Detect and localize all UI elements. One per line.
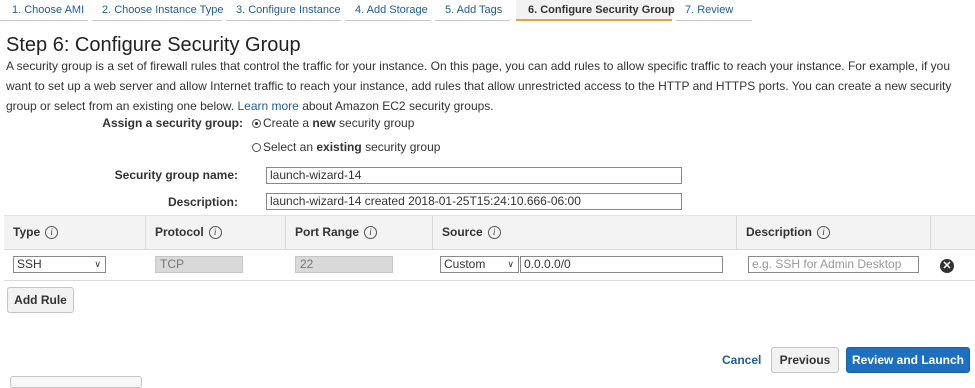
- previous-button[interactable]: Previous: [771, 347, 839, 373]
- protocol-field: TCP: [155, 256, 243, 273]
- rule-description-input[interactable]: e.g. SSH for Admin Desktop: [748, 256, 919, 273]
- tab-add-storage[interactable]: 4. Add Storage: [345, 0, 431, 21]
- chevron-down-icon: ∨: [507, 259, 514, 269]
- info-icon[interactable]: i: [817, 226, 831, 239]
- tab-label: 6. Configure Security Group: [528, 4, 675, 16]
- col-protocol: Protocol i: [155, 225, 222, 239]
- col-type: Type i: [13, 225, 59, 239]
- group-description-label: Description:: [167, 195, 238, 209]
- tab-label: 5. Add Tags: [445, 4, 503, 16]
- radio-selected-icon: [252, 119, 261, 128]
- page-title: Step 6: Configure Security Group: [6, 34, 301, 56]
- page-description: A security group is a set of firewall ru…: [6, 56, 966, 116]
- group-description-input[interactable]: launch-wizard-14 created 2018-01-25T15:2…: [266, 193, 682, 210]
- tab-choose-instance-type[interactable]: 2. Choose Instance Type: [92, 0, 224, 21]
- review-and-launch-button[interactable]: Review and Launch: [846, 347, 970, 373]
- col-description: Description i: [746, 225, 831, 239]
- tab-label: 2. Choose Instance Type: [102, 4, 224, 16]
- assign-group-label: Assign a security group:: [102, 116, 243, 130]
- col-source: Source i: [442, 225, 501, 239]
- info-icon[interactable]: i: [487, 226, 501, 239]
- info-icon[interactable]: i: [208, 226, 222, 239]
- info-icon[interactable]: i: [45, 226, 59, 239]
- delete-rule-icon[interactable]: ✕: [940, 259, 954, 273]
- source-select[interactable]: Custom ∨: [440, 256, 519, 273]
- cancel-link[interactable]: Cancel: [722, 353, 761, 367]
- add-rule-button[interactable]: Add Rule: [7, 287, 74, 313]
- tab-label: 7. Review: [685, 4, 734, 16]
- radio-unselected-icon: [252, 143, 261, 152]
- port-range-field: 22: [295, 256, 393, 273]
- tab-label: 4. Add Storage: [355, 4, 428, 16]
- wizard-tabs: 1. Choose AMI 2. Choose Instance Type 3.…: [0, 0, 975, 22]
- table-row: SSH ∨ TCP 22 Custom ∨ 0.0.0.0/0 e.g. SSH f…: [4, 248, 975, 281]
- learn-more-link[interactable]: Learn more: [237, 99, 298, 113]
- tab-choose-ami[interactable]: 1. Choose AMI: [0, 0, 88, 21]
- col-port-range: Port Range i: [295, 225, 378, 239]
- scroll-container-edge: [10, 376, 142, 388]
- tab-label: 1. Choose AMI: [12, 4, 85, 16]
- tab-label: 3. Configure Instance: [236, 4, 341, 16]
- info-icon[interactable]: i: [364, 226, 378, 239]
- source-cidr-input[interactable]: 0.0.0.0/0: [520, 256, 723, 273]
- description-text-after: about Amazon EC2 security groups.: [302, 99, 494, 113]
- tab-add-tags[interactable]: 5. Add Tags: [435, 0, 510, 21]
- radio-select-existing[interactable]: Select an existing security group: [252, 140, 440, 154]
- tab-configure-instance[interactable]: 3. Configure Instance: [226, 0, 341, 21]
- group-name-label: Security group name:: [114, 168, 238, 182]
- group-name-input[interactable]: launch-wizard-14: [266, 167, 682, 184]
- tab-review[interactable]: 7. Review: [676, 0, 752, 21]
- radio-create-new[interactable]: Create a new security group: [252, 116, 414, 130]
- rules-table-header: Type i Protocol i Port Range i Source i Desc…: [4, 215, 975, 250]
- chevron-down-icon: ∨: [94, 259, 101, 269]
- tab-configure-security-group[interactable]: 6. Configure Security Group: [516, 0, 675, 21]
- type-select[interactable]: SSH ∨: [13, 256, 106, 273]
